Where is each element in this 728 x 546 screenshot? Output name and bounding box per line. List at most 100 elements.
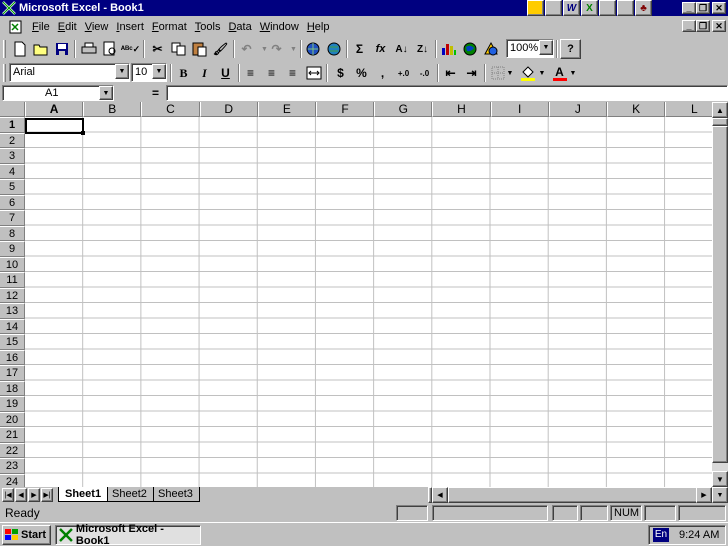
borders-dropdown[interactable]: ▼ [505, 63, 515, 83]
row-header[interactable]: 24 [0, 473, 25, 487]
underline-button[interactable]: U [215, 63, 236, 83]
align-right-icon[interactable]: ≡ [282, 63, 303, 83]
doc-minimize-button[interactable]: _ [682, 20, 696, 32]
doc-close-button[interactable]: ✕ [712, 20, 726, 32]
sheet-tab-1[interactable]: Sheet1 [58, 487, 109, 502]
column-header[interactable]: C [141, 102, 200, 117]
column-header[interactable]: L [665, 102, 712, 117]
toolbar-grip[interactable] [3, 64, 6, 82]
decrease-indent-icon[interactable]: ⇤ [440, 63, 461, 83]
percent-button[interactable]: % [351, 63, 372, 83]
close-button[interactable]: ✕ [712, 2, 726, 14]
column-header[interactable]: I [490, 102, 549, 117]
maximize-button[interactable]: ❐ [696, 2, 710, 14]
print-icon[interactable] [78, 39, 99, 59]
row-header[interactable]: 21 [0, 427, 25, 443]
row-header[interactable]: 19 [0, 396, 25, 412]
row-header[interactable]: 13 [0, 303, 25, 319]
help-icon[interactable]: ? [560, 39, 581, 59]
zoom-combo[interactable]: 100% ▼ [506, 39, 554, 58]
merge-center-icon[interactable] [303, 63, 324, 83]
align-left-icon[interactable]: ≡ [240, 63, 261, 83]
copy-icon[interactable] [168, 39, 189, 59]
row-header[interactable]: 7 [0, 210, 25, 226]
cut-icon[interactable]: ✂ [147, 39, 168, 59]
row-header[interactable]: 11 [0, 272, 25, 288]
prev-sheet-icon[interactable]: ◀ [15, 488, 27, 502]
select-all-button[interactable] [0, 102, 25, 117]
drawing-icon[interactable] [480, 39, 501, 59]
map-icon[interactable] [459, 39, 480, 59]
decrease-decimal-button[interactable]: -.0 [414, 63, 435, 83]
column-header[interactable]: G [374, 102, 433, 117]
row-header[interactable]: 14 [0, 318, 25, 334]
access-icon[interactable]: ♣ [635, 0, 652, 16]
bold-button[interactable]: B [173, 63, 194, 83]
vertical-scroll-thumb[interactable] [712, 126, 728, 463]
menu-format[interactable]: Format [148, 20, 191, 34]
column-header[interactable]: E [257, 102, 316, 117]
save-icon[interactable] [51, 39, 72, 59]
row-header[interactable]: 15 [0, 334, 25, 350]
next-sheet-icon[interactable]: ▶ [28, 488, 40, 502]
row-header[interactable]: 12 [0, 287, 25, 303]
row-header[interactable]: 10 [0, 256, 25, 272]
menu-edit[interactable]: Edit [54, 20, 81, 34]
taskbar-excel-button[interactable]: Microsoft Excel - Book1 [55, 523, 201, 546]
row-header[interactable]: 2 [0, 132, 25, 148]
column-header[interactable]: K [607, 102, 666, 117]
formula-input[interactable] [166, 85, 728, 101]
language-indicator[interactable]: En [653, 528, 669, 542]
font-color-icon[interactable]: A [549, 63, 570, 83]
scroll-up-icon[interactable]: ▲ [712, 102, 728, 118]
spelling-icon[interactable]: ᴬᴮᶜ✓ [120, 39, 141, 59]
italic-button[interactable]: I [194, 63, 215, 83]
excel-app-icon[interactable] [2, 1, 16, 15]
chart-wizard-icon[interactable] [438, 39, 459, 59]
row-header[interactable]: 8 [0, 225, 25, 241]
menu-file[interactable]: File [28, 20, 54, 34]
doc-restore-button[interactable]: ❐ [696, 20, 710, 32]
sort-ascending-icon[interactable]: A↓ [391, 39, 412, 59]
toolbar-grip[interactable] [3, 40, 6, 58]
web-toolbar-icon[interactable] [323, 39, 344, 59]
font-size-combo[interactable]: 10 ▼ [131, 63, 167, 82]
menu-data[interactable]: Data [224, 20, 255, 34]
name-box[interactable]: A1 ▼ [2, 85, 114, 101]
row-header[interactable]: 20 [0, 411, 25, 427]
menu-insert[interactable]: Insert [112, 20, 148, 34]
column-header[interactable]: D [199, 102, 258, 117]
column-header[interactable]: F [316, 102, 375, 117]
column-header[interactable]: H [432, 102, 491, 117]
size-dropdown-icon[interactable]: ▼ [152, 64, 166, 79]
row-header[interactable]: 9 [0, 241, 25, 257]
open-icon[interactable] [30, 39, 51, 59]
currency-button[interactable]: $ [330, 63, 351, 83]
menu-window[interactable]: Window [256, 20, 303, 34]
new-icon[interactable] [9, 39, 30, 59]
first-sheet-icon[interactable]: |◀ [2, 488, 14, 502]
worksheet-grid[interactable]: ABCDEFGHIJKL 1 2 3 4 5 6 7 8 9 10 11 12 13 14 15 16 17 18… [0, 102, 712, 487]
menu-tools[interactable]: Tools [191, 20, 225, 34]
row-header[interactable]: 1 [0, 117, 25, 133]
word-icon[interactable]: W [563, 0, 580, 16]
document-icon[interactable] [8, 19, 24, 35]
menu-help[interactable]: Help [303, 20, 334, 34]
office-icon[interactable] [527, 0, 544, 16]
notepad-icon[interactable] [545, 0, 562, 16]
comma-button[interactable]: , [372, 63, 393, 83]
row-header[interactable]: 17 [0, 365, 25, 381]
increase-decimal-button[interactable]: +.0 [393, 63, 414, 83]
name-box-dropdown-icon[interactable]: ▼ [99, 86, 113, 100]
fill-handle[interactable] [81, 131, 85, 135]
sort-descending-icon[interactable]: Z↓ [412, 39, 433, 59]
last-sheet-icon[interactable]: ▶| [41, 488, 53, 502]
increase-indent-icon[interactable]: ⇥ [461, 63, 482, 83]
row-header[interactable]: 16 [0, 349, 25, 365]
edit-formula-button[interactable]: = [152, 86, 159, 100]
horizontal-scroll-thumb[interactable] [448, 487, 703, 503]
sheet-tab-3[interactable]: Sheet3 [152, 487, 200, 502]
column-header[interactable]: A [25, 102, 84, 117]
paste-icon[interactable] [189, 39, 210, 59]
start-button[interactable]: Start [2, 525, 51, 545]
